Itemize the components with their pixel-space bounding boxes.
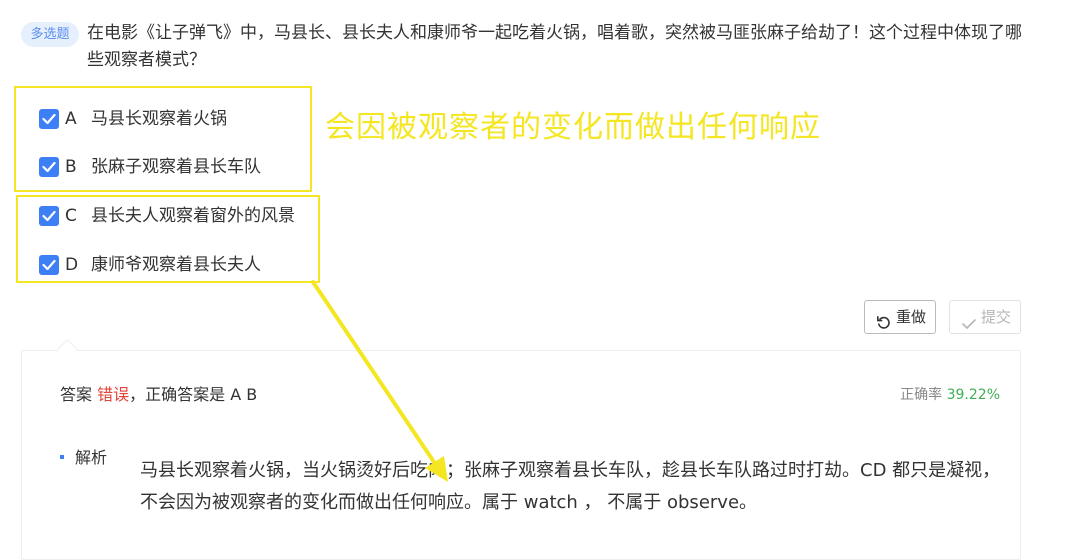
annotation-box-cd bbox=[16, 195, 320, 283]
redo-label: 重做 bbox=[896, 308, 927, 326]
accuracy-rate: 正确率 39.22% bbox=[900, 385, 1000, 405]
answer-line: 答案 错误，正确答案是 A B bbox=[60, 384, 257, 406]
annotation-text: 会因被观察者的变化而做出任何响应 bbox=[325, 110, 821, 145]
question-type-badge: 多选题 bbox=[21, 22, 79, 47]
submit-label: 提交 bbox=[981, 308, 1012, 326]
answer-prefix: 答案 bbox=[60, 385, 93, 404]
analysis-text: 马县长观察着火锅，当火锅烫好后吃肉；张麻子观察着县长车队，趁县长车队路过时打劫。… bbox=[140, 460, 1001, 513]
question-text: 在电影《让子弹飞》中，马县长、县长夫人和康师爷一起吃着火锅，唱着歌，突然被马匪张… bbox=[87, 23, 1022, 70]
accuracy-label: 正确率 bbox=[900, 387, 943, 403]
answer-status: 错误 bbox=[97, 385, 130, 404]
annotation-box-ab bbox=[14, 86, 312, 192]
accuracy-value: 39.22% bbox=[946, 387, 1000, 403]
correct-answer: ，正确答案是 A B bbox=[129, 385, 258, 404]
submit-button[interactable]: 提交 bbox=[949, 300, 1021, 334]
redo-icon bbox=[876, 310, 892, 342]
analysis-title: 解析 bbox=[75, 448, 108, 467]
analysis-bullet bbox=[60, 455, 64, 459]
check-icon bbox=[961, 310, 977, 342]
redo-button[interactable]: 重做 bbox=[864, 300, 936, 334]
